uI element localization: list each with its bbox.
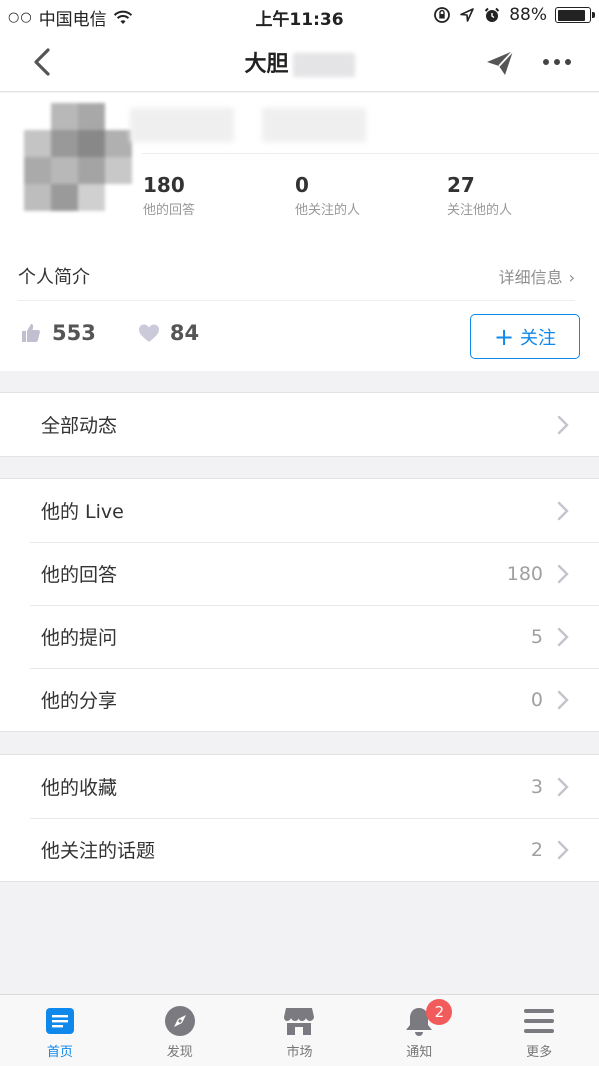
likes-count: 553 <box>52 321 96 345</box>
chevron-right-icon <box>557 415 569 434</box>
stat-label: 他关注的人 <box>295 203 361 218</box>
avatar[interactable] <box>24 103 132 211</box>
tab-more[interactable]: 更多 <box>479 995 599 1066</box>
tab-bar: 首页 发现 市场 2 通知 更多 <box>0 994 599 1066</box>
compass-icon <box>164 1005 196 1037</box>
row-count: 180 <box>506 562 543 585</box>
follow-button[interactable]: + 关注 <box>470 314 580 359</box>
stat-label: 他的回答 <box>143 203 196 218</box>
activity-group: 全部动态 <box>0 392 599 457</box>
chevron-right-icon <box>557 564 569 583</box>
stat-answers[interactable]: 180 他的回答 <box>143 173 195 218</box>
row-label: 他的收藏 <box>41 777 118 799</box>
row-count: 3 <box>530 775 543 798</box>
row-label: 他的提问 <box>41 627 118 649</box>
tab-label: 更多 <box>526 1045 553 1060</box>
list-item-shares[interactable]: 他的分享 0 <box>0 668 599 731</box>
tab-label: 市场 <box>286 1045 313 1060</box>
tab-label: 通知 <box>406 1045 433 1060</box>
hearts-count: 84 <box>169 321 200 345</box>
more-dot <box>565 59 571 65</box>
more-dot <box>554 59 560 65</box>
stat-following[interactable]: 0 他关注的人 <box>295 173 360 218</box>
detail-info-label: 详细信息 <box>498 267 563 287</box>
menu-icon <box>523 1005 555 1037</box>
list-item-live[interactable]: 他的 Live <box>0 479 599 542</box>
page-title-text: 大胆 <box>244 52 289 77</box>
stat-followers[interactable]: 27 关注他的人 <box>447 173 512 218</box>
tab-home[interactable]: 首页 <box>0 995 120 1066</box>
chevron-right-icon <box>557 501 569 520</box>
paper-plane-icon <box>487 50 514 75</box>
heart-icon <box>138 324 159 342</box>
notification-badge: 2 <box>426 999 453 1025</box>
chevron-right-icon <box>557 690 569 709</box>
battery-percent: 88% <box>509 5 547 25</box>
stat-number: 27 <box>447 173 475 197</box>
list-item-questions[interactable]: 他的提问 5 <box>0 605 599 668</box>
row-count: 0 <box>530 688 543 711</box>
tab-notifications[interactable]: 2 通知 <box>359 995 479 1066</box>
reactions-summary: 553 84 <box>20 321 199 345</box>
row-count: 5 <box>530 625 543 648</box>
chevron-right-icon <box>557 777 569 796</box>
store-icon <box>283 1005 315 1037</box>
list-item-followed-topics[interactable]: 他关注的话题 2 <box>0 818 599 881</box>
content-group: 他的 Live 他的回答 180 他的提问 5 他的分享 0 <box>0 478 599 732</box>
plus-icon: + <box>493 322 515 351</box>
alarm-icon <box>484 7 500 22</box>
row-count: 2 <box>530 838 543 861</box>
blurred-headline <box>262 108 366 142</box>
list-item-collections[interactable]: 他的收藏 3 <box>0 755 599 818</box>
tab-discover[interactable]: 发现 <box>120 995 240 1066</box>
blurred-name <box>292 53 355 77</box>
profile-header: 180 他的回答 0 他关注的人 27 关注他的人 个人简介 详细信息 › 553… <box>0 93 599 371</box>
stat-number: 0 <box>295 173 309 197</box>
row-label: 他的分享 <box>41 690 118 712</box>
tab-label: 首页 <box>46 1045 73 1060</box>
more-options-button[interactable] <box>539 48 575 76</box>
thumbs-up-icon <box>22 324 40 342</box>
status-bar: ○○ 中国电信 上午11:36 88% <box>0 0 599 32</box>
follow-label: 关注 <box>520 327 557 349</box>
more-dot <box>543 59 549 65</box>
blurred-username <box>130 108 234 142</box>
row-label: 全部动态 <box>41 415 118 437</box>
send-message-button[interactable] <box>483 46 517 80</box>
tab-label: 发现 <box>166 1045 193 1060</box>
divider <box>142 153 599 154</box>
home-feed-icon <box>44 1005 76 1037</box>
row-label: 他关注的话题 <box>41 840 156 862</box>
nav-bar: 大胆 <box>0 32 599 92</box>
chevron-right-icon <box>557 840 569 859</box>
chevron-right-icon <box>557 627 569 646</box>
stat-number: 180 <box>143 173 185 197</box>
status-right: 88% <box>433 5 595 25</box>
rotation-lock-icon <box>434 7 451 23</box>
chevron-right-icon: › <box>568 267 575 287</box>
collections-group: 他的收藏 3 他关注的话题 2 <box>0 754 599 882</box>
bio-row: 个人简介 详细信息 › <box>18 251 575 301</box>
location-arrow-icon <box>460 8 475 22</box>
row-label: 他的 Live <box>41 501 124 523</box>
bio-label: 个人简介 <box>18 266 90 288</box>
list-item-all-activity[interactable]: 全部动态 <box>0 393 599 456</box>
row-label: 他的回答 <box>41 564 118 586</box>
stat-label: 关注他的人 <box>447 203 513 218</box>
detail-info-link[interactable]: 详细信息 › <box>499 264 575 288</box>
list-item-answers[interactable]: 他的回答 180 <box>0 542 599 605</box>
battery-icon <box>555 7 595 23</box>
battery-fill <box>557 9 585 21</box>
tab-market[interactable]: 市场 <box>240 995 360 1066</box>
